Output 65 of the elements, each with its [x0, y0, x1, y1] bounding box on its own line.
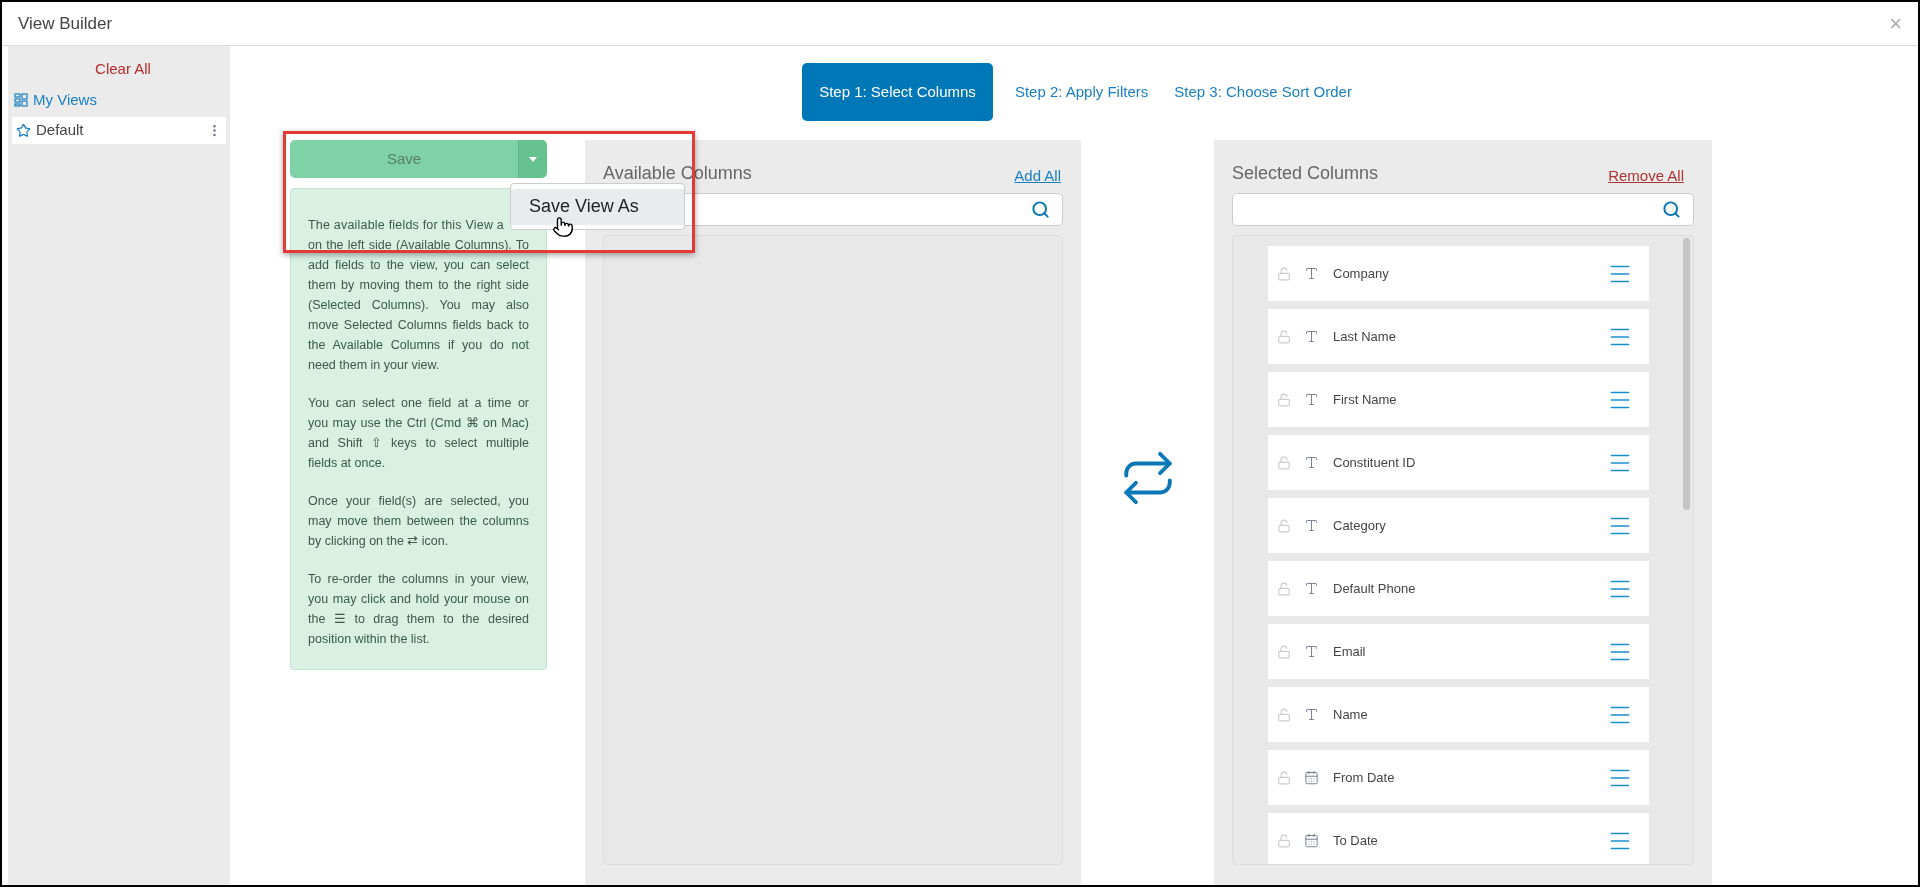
star-icon	[16, 123, 31, 138]
unlock-icon	[1277, 644, 1291, 659]
search-icon	[1031, 200, 1050, 219]
unlock-icon	[1277, 392, 1291, 407]
column-name: Email	[1333, 642, 1367, 661]
unlock-icon	[1277, 833, 1291, 848]
step-tab[interactable]: Step 3: Choose Sort Order	[1170, 63, 1356, 121]
column-item[interactable]: Name	[1268, 687, 1649, 742]
help-text: To re-order the columns in your view, you may click and hold your mouse on the ☰ to drag them to the desired position within the list.	[308, 571, 529, 648]
save-options-button[interactable]	[518, 140, 547, 178]
add-all-link[interactable]: Add All	[1014, 164, 1061, 187]
column-name: Constituent ID	[1333, 453, 1417, 472]
clear-all-link[interactable]: Clear All	[95, 58, 151, 81]
unlock-icon	[1277, 266, 1291, 281]
text-type-icon	[1304, 455, 1319, 470]
text-type-icon	[1304, 392, 1319, 407]
step-tab[interactable]: Step 1: Select Columns	[802, 63, 993, 121]
help-text: You can select one field at a time or you may use the Ctrl (Cmd ⌘ on Mac) and Shift ⇧ keys to select multiple fields at once.	[308, 395, 529, 472]
unlock-icon	[1277, 707, 1291, 722]
help-text: The available fields for this View a	[308, 217, 504, 234]
column-item[interactable]: To Date	[1268, 813, 1649, 864]
column-name: Name	[1333, 705, 1369, 724]
column-item[interactable]: Last Name	[1268, 309, 1649, 364]
unlock-icon	[1277, 518, 1291, 533]
unlock-icon	[1277, 329, 1291, 344]
panel-title: Selected Columns	[1232, 162, 1379, 185]
unlock-icon	[1277, 770, 1291, 785]
column-item[interactable]: Category	[1268, 498, 1649, 553]
text-type-icon	[1304, 329, 1319, 344]
menu-item[interactable]: Save View As	[511, 188, 684, 225]
calendar-icon	[1304, 770, 1319, 785]
text-type-icon	[1304, 707, 1319, 722]
remove-all-link[interactable]: Remove All	[1608, 164, 1684, 187]
text-type-icon	[1304, 518, 1319, 533]
text-type-icon	[1304, 644, 1319, 659]
help-text: on the left side (Available Columns). To add fields to the view, you can select them by moving them to the right side (Selected Columns). You may also move Selected Columns fields back to the Available Columns if you do not need them in your view.	[308, 237, 529, 374]
column-name: From Date	[1333, 768, 1396, 787]
unlock-icon	[1277, 581, 1291, 596]
window-title: View Builder	[18, 12, 113, 35]
column-item[interactable]: Company	[1268, 246, 1649, 301]
column-name: First Name	[1333, 390, 1398, 409]
caret-icon	[529, 156, 537, 162]
scrollbar[interactable]	[1683, 238, 1690, 510]
search-icon	[1662, 200, 1681, 219]
unlock-icon	[1277, 455, 1291, 470]
text-type-icon	[1304, 266, 1319, 281]
column-item[interactable]: Email	[1268, 624, 1649, 679]
calendar-icon	[1304, 833, 1319, 848]
view-item[interactable]: Default	[12, 117, 226, 144]
step-tab[interactable]: Step 2: Apply Filters	[1010, 63, 1153, 121]
column-item[interactable]: From Date	[1268, 750, 1649, 805]
column-name: Default Phone	[1333, 579, 1417, 598]
view-name: Default	[36, 120, 85, 141]
search-field[interactable]	[1232, 193, 1694, 226]
help-text: Once your field(s) are selected, you may move them between the columns by clicking on the ⇄ icon.	[308, 493, 529, 550]
column-item[interactable]: Default Phone	[1268, 561, 1649, 616]
views-grid-icon	[14, 92, 28, 107]
column-name: Category	[1333, 516, 1387, 535]
column-item[interactable]: First Name	[1268, 372, 1649, 427]
my-views-link[interactable]: My Views	[14, 88, 226, 111]
column-item[interactable]: Constituent ID	[1268, 435, 1649, 490]
column-name: To Date	[1333, 831, 1379, 850]
column-name: Last Name	[1333, 327, 1397, 346]
column-name: Company	[1333, 264, 1390, 283]
text-type-icon	[1304, 581, 1319, 596]
